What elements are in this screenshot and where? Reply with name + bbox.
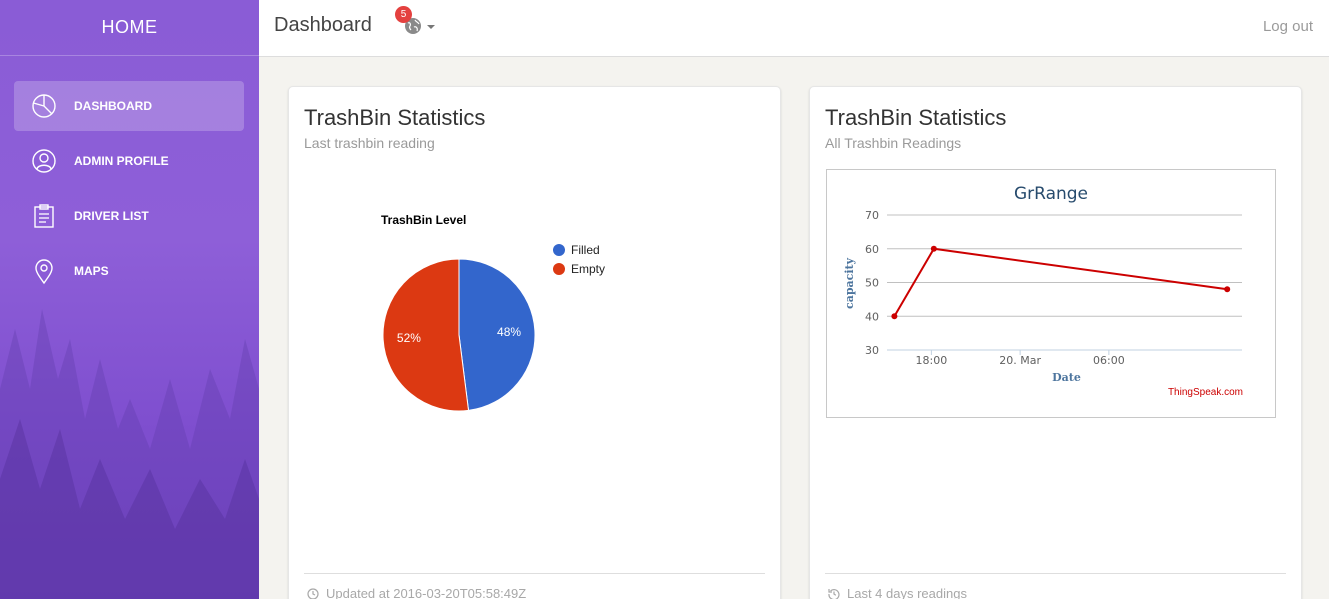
pie-chart-title: TrashBin Level	[381, 213, 467, 227]
legend-item-empty: Empty	[553, 262, 605, 276]
y-tick-label: 50	[865, 277, 879, 290]
x-tick-label: 06:00	[1093, 354, 1125, 367]
pie-slice-empty[interactable]	[382, 258, 470, 412]
card-subtitle: All Trashbin Readings	[825, 135, 962, 151]
top-navbar: Dashboard 5 Log out	[259, 0, 1329, 57]
sidebar-item-admin-profile[interactable]: ADMIN PROFILE	[14, 136, 244, 186]
line-chart: GrRange 30 40 50 60 70 18:00 20. Mar 06:00 Date c…	[826, 169, 1276, 418]
sidebar-item-label: MAPS	[74, 264, 109, 278]
sidebar: HOME DASHBOARD ADMIN PROFILE DRIVER LIST…	[0, 0, 259, 599]
logout-link[interactable]: Log out	[1263, 18, 1313, 35]
clipboard-icon	[30, 202, 58, 230]
pie-legend: Filled Empty	[553, 243, 605, 281]
pie-slice-label: 52%	[397, 331, 421, 345]
y-axis-title: capacity	[843, 257, 856, 309]
card-divider	[825, 573, 1286, 574]
sidebar-item-dashboard[interactable]: DASHBOARD	[14, 81, 244, 131]
y-tick-label: 60	[865, 243, 879, 256]
card-subtitle: Last trashbin reading	[304, 135, 435, 151]
sidebar-nav: DASHBOARD ADMIN PROFILE DRIVER LIST MAPS	[0, 56, 259, 296]
card-footer: Updated at 2016-03-20T05:58:49Z	[307, 586, 526, 599]
y-tick-label: 30	[865, 344, 879, 357]
legend-label: Filled	[571, 243, 600, 257]
x-tick-label: 20. Mar	[999, 354, 1041, 367]
legend-item-filled: Filled	[553, 243, 605, 257]
data-point[interactable]	[891, 313, 898, 320]
pie-chart-icon	[30, 92, 58, 120]
notification-badge: 5	[395, 6, 412, 23]
line-chart-title: GrRange	[1013, 184, 1089, 204]
y-tick-label: 40	[865, 310, 879, 323]
footer-text: Updated at 2016-03-20T05:58:49Z	[326, 586, 527, 599]
user-icon	[30, 147, 58, 175]
legend-swatch-empty	[553, 263, 565, 275]
history-icon	[828, 588, 840, 599]
trashbin-readings-card: TrashBin Statistics All Trashbin Reading…	[809, 86, 1302, 599]
home-link[interactable]: HOME	[0, 0, 259, 56]
home-label: HOME	[101, 17, 158, 37]
legend-label: Empty	[571, 262, 606, 276]
chart-credit[interactable]: ThingSpeak.com	[1168, 387, 1243, 398]
page-title: Dashboard	[274, 14, 372, 36]
card-title: TrashBin Statistics	[304, 105, 486, 130]
sidebar-item-driver-list[interactable]: DRIVER LIST	[14, 191, 244, 241]
card-divider	[304, 573, 765, 574]
x-tick-label: 18:00	[916, 354, 948, 367]
data-point[interactable]	[1224, 286, 1231, 293]
map-pin-icon	[30, 257, 58, 285]
y-tick-label: 70	[865, 209, 879, 222]
trashbin-level-card: TrashBin Statistics Last trashbin readin…	[288, 86, 781, 599]
chevron-down-icon[interactable]	[427, 25, 435, 29]
clock-icon	[307, 587, 319, 599]
sidebar-item-label: ADMIN PROFILE	[74, 154, 169, 168]
line-chart-svg: 30 40 50 60 70 18:00 20. Mar 06:00 Date capacity	[843, 209, 1242, 384]
x-axis-title: Date	[1052, 371, 1081, 384]
sidebar-item-label: DASHBOARD	[74, 99, 152, 113]
card-footer: Last 4 days readings	[828, 586, 967, 599]
card-title: TrashBin Statistics	[825, 105, 1007, 130]
legend-swatch-filled	[553, 244, 565, 256]
sidebar-item-label: DRIVER LIST	[74, 209, 149, 223]
footer-text: Last 4 days readings	[847, 586, 967, 599]
pie-slice-label: 48%	[497, 325, 521, 339]
data-point[interactable]	[930, 245, 937, 252]
sidebar-item-maps[interactable]: MAPS	[14, 246, 244, 296]
